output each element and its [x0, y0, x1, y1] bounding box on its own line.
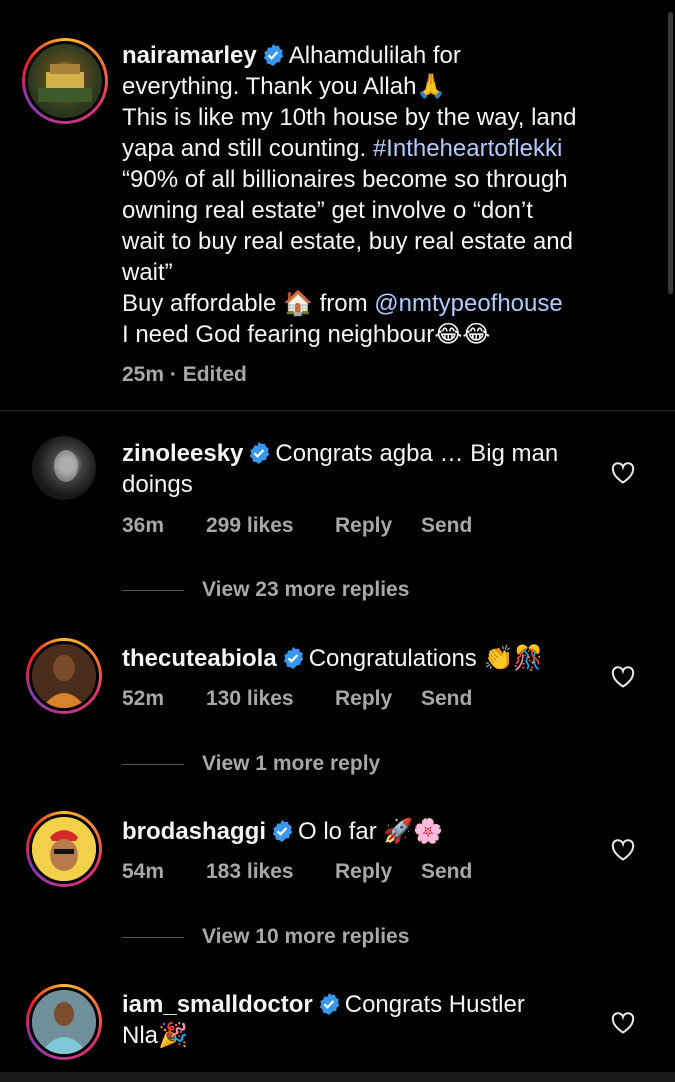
clap-confetti-emoji: 👏🎊	[483, 645, 544, 672]
caption-line-6: owning real estate” get involve o “don’t	[122, 197, 533, 224]
comment-time: 54m	[122, 860, 165, 883]
heart-outline-icon[interactable]	[611, 666, 635, 688]
post-caption: nairamarley Alhamdulilah for everything. …	[0, 0, 675, 411]
caption-author-avatar[interactable]	[22, 38, 108, 124]
divider	[122, 589, 184, 591]
view-replies-label[interactable]: View 23 more replies	[202, 578, 409, 602]
avatar-image	[32, 817, 96, 881]
caption-edited: · Edited	[169, 363, 247, 386]
comment-body: O lo far	[298, 818, 384, 845]
comment-body: Congratulations	[308, 645, 484, 672]
caption-line-10: from	[312, 290, 375, 317]
caption-line-1: Alhamdulilah for	[288, 42, 461, 69]
comment-line-1: Congrats agba … Big man	[275, 440, 559, 467]
view-replies-label[interactable]: View 1 more reply	[202, 752, 380, 776]
verified-badge-icon	[250, 442, 270, 464]
comment-line-2: Nla	[122, 1022, 159, 1049]
heart-outline-icon[interactable]	[611, 1012, 635, 1034]
laugh-emoji: 😂😂	[434, 321, 491, 348]
hashtag-link[interactable]: #Intheheartoflekki	[373, 135, 562, 162]
comment-line-2: doings	[122, 471, 193, 498]
caption-line-2: everything. Thank you Allah	[122, 73, 417, 100]
avatar-image	[38, 64, 92, 102]
comment-time: 52m	[122, 687, 165, 710]
pray-emoji: 🙏	[416, 73, 447, 100]
comment-avatar[interactable]	[26, 984, 102, 1060]
divider	[122, 763, 184, 765]
view-replies-button[interactable]: View 1 more reply	[122, 752, 380, 776]
comment-text: thecuteabiola Congratulations 👏🎊	[122, 643, 592, 674]
caption-line-7: wait to buy real estate, buy real estate…	[122, 228, 573, 255]
verified-badge-icon	[283, 647, 304, 669]
reply-button[interactable]: Reply	[335, 514, 421, 538]
comment-time: 36m	[122, 514, 165, 537]
send-button[interactable]: Send	[421, 687, 472, 711]
verified-badge-icon	[272, 820, 293, 842]
view-replies-label[interactable]: View 10 more replies	[202, 925, 409, 949]
comment-username[interactable]: thecuteabiola	[122, 645, 277, 672]
caption-line-8: wait”	[122, 259, 173, 286]
mention-link[interactable]: @nmtypeofhouse	[374, 290, 562, 317]
comment-likes[interactable]: 299 likes	[206, 514, 335, 538]
send-button[interactable]: Send	[421, 514, 472, 538]
comment-stats: 54m 183 likes Reply Send	[122, 860, 472, 884]
avatar-image	[32, 990, 96, 1054]
comment-stats: 52m 130 likes Reply Send	[122, 687, 472, 711]
caption-meta: 25m · Edited	[122, 363, 247, 387]
view-replies-button[interactable]: View 10 more replies	[122, 925, 409, 949]
view-replies-button[interactable]: View 23 more replies	[122, 578, 409, 602]
comment-likes[interactable]: 130 likes	[206, 687, 335, 711]
comment-avatar[interactable]	[26, 638, 102, 714]
house-emoji: 🏠	[283, 290, 313, 317]
reply-button[interactable]: Reply	[335, 860, 421, 884]
rocket-flower-emoji: 🚀🌸	[383, 818, 444, 845]
comment-likes[interactable]: 183 likes	[206, 860, 335, 884]
comment-username[interactable]: brodashaggi	[122, 818, 266, 845]
comment-text: iam_smalldoctor Congrats Hustler Nla🎉	[122, 989, 592, 1051]
caption-line-9: Buy affordable	[122, 290, 284, 317]
comment-username[interactable]: zinoleesky	[122, 440, 243, 467]
comment-avatar[interactable]	[26, 430, 102, 506]
verified-badge-icon	[319, 993, 340, 1015]
caption-time: 25m	[122, 363, 165, 386]
comment-text: brodashaggi O lo far 🚀🌸	[122, 816, 592, 847]
caption-text: nairamarley Alhamdulilah for everything. …	[122, 40, 622, 350]
reply-button[interactable]: Reply	[335, 687, 421, 711]
avatar-image	[32, 644, 96, 708]
comment-avatar[interactable]	[26, 811, 102, 887]
comment-username[interactable]: iam_smalldoctor	[122, 991, 313, 1018]
comment-text: zinoleesky Congrats agba … Big man doings	[122, 438, 592, 500]
caption-username[interactable]: nairamarley	[122, 42, 257, 69]
divider	[122, 936, 184, 938]
caption-line-11: I need God fearing neighbour	[122, 321, 435, 348]
caption-line-4: yapa and still counting.	[122, 135, 373, 162]
comment-stats: 36m 299 likes Reply Send	[122, 514, 472, 538]
party-emoji: 🎉	[158, 1022, 188, 1049]
heart-outline-icon[interactable]	[611, 462, 635, 484]
avatar-image	[54, 450, 78, 482]
bottom-edge	[0, 1072, 675, 1082]
comment-line-1: Congrats Hustler	[344, 991, 525, 1018]
heart-outline-icon[interactable]	[611, 839, 635, 861]
caption-line-3: This is like my 10th house by the way, l…	[122, 104, 577, 131]
verified-badge-icon	[263, 44, 284, 66]
caption-line-5: “90% of all billionaires become so throu…	[122, 166, 568, 193]
send-button[interactable]: Send	[421, 860, 472, 884]
